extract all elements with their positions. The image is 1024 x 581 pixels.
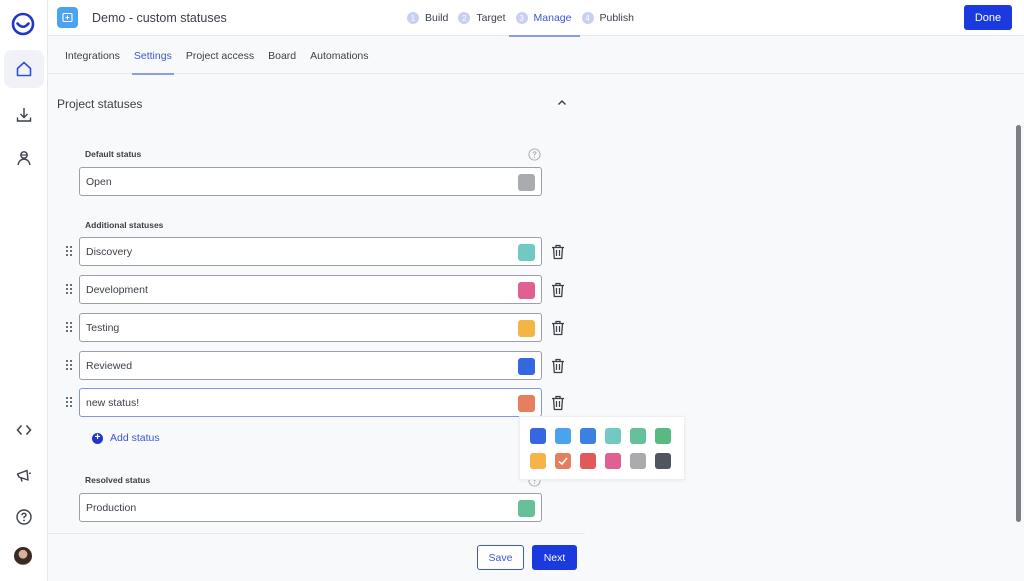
status-value: Discovery [86,246,133,258]
tab-automations[interactable]: Automations [303,37,375,74]
sidebar-item-announcements[interactable] [4,456,44,494]
step-label: Publish [599,12,634,24]
status-value: new status! [86,397,140,409]
color-swatch[interactable] [518,358,535,375]
step-label: Build [425,12,449,24]
code-icon [15,421,33,439]
trash-icon[interactable] [551,320,565,339]
additional-status-input[interactable]: Reviewed [79,351,542,380]
left-sidebar [0,0,48,581]
step-label: Target [476,12,506,24]
project-title: Demo - custom statuses [92,11,227,25]
drag-handle-icon[interactable] [66,360,73,371]
color-option[interactable] [605,428,621,444]
tab-project-access[interactable]: Project access [179,37,261,74]
project-icon [57,7,78,28]
color-swatch[interactable] [518,244,535,261]
step-build[interactable]: 1 Build [405,0,456,36]
tab-integrations[interactable]: Integrations [58,37,127,74]
color-option[interactable] [580,428,596,444]
resolved-status-input[interactable]: Production [79,493,542,522]
tab-board[interactable]: Board [261,37,303,74]
add-status-button[interactable]: + Add status [92,432,160,444]
drag-handle-icon[interactable] [66,397,73,408]
chevron-up-icon[interactable] [556,97,568,112]
sidebar-item-download[interactable] [4,96,44,134]
additional-status-input[interactable]: new status! [79,388,542,417]
color-option[interactable] [630,428,646,444]
home-icon [15,60,33,78]
step-number: 1 [407,12,419,24]
color-option[interactable] [580,453,596,469]
step-target[interactable]: 2 Target [456,0,513,36]
color-option[interactable] [555,428,571,444]
save-button[interactable]: Save [477,545,524,570]
help-circle-icon[interactable] [528,148,541,164]
resolved-status-label: Resolved status [85,475,151,485]
top-bar: Demo - custom statuses 1 Build 2 Target … [48,0,1024,37]
help-icon [15,508,33,526]
section-title: Project statuses [57,97,143,111]
add-status-label: Add status [110,432,160,444]
step-number: 3 [515,12,528,24]
step-number: 2 [458,12,471,24]
color-option[interactable] [530,428,546,444]
download-icon [15,106,33,124]
step-publish[interactable]: 4 Publish [580,0,642,36]
settings-tabs: Integrations Settings Project access Boa… [48,37,1024,75]
color-option[interactable] [655,428,671,444]
color-swatch[interactable] [518,500,535,517]
sidebar-item-help[interactable] [4,498,44,536]
user-icon [15,149,33,167]
next-button[interactable]: Next [532,545,577,570]
trash-icon[interactable] [551,395,565,414]
color-swatch[interactable] [518,320,535,337]
status-value: Development [86,284,148,296]
default-status-input[interactable]: Open [79,167,542,196]
color-option[interactable] [605,453,621,469]
status-value: Open [86,176,112,188]
trash-icon[interactable] [551,358,565,377]
color-picker-popover [519,416,685,480]
step-label: Manage [533,12,572,24]
avatar[interactable] [14,547,32,565]
drag-handle-icon[interactable] [66,284,73,295]
color-option[interactable] [630,453,646,469]
additional-status-input[interactable]: Testing [79,313,542,342]
additional-status-input[interactable]: Development [79,275,542,304]
additional-status-input[interactable]: Discovery [79,237,542,266]
footer-divider [48,533,585,534]
trash-icon[interactable] [551,282,565,301]
scrollbar[interactable] [1016,125,1021,522]
status-value: Testing [86,322,120,334]
sidebar-item-user[interactable] [4,139,44,177]
trash-icon[interactable] [551,244,565,263]
color-option[interactable] [655,453,671,469]
megaphone-icon [15,466,33,484]
step-number: 4 [581,12,594,24]
drag-handle-icon[interactable] [66,246,73,257]
check-icon [558,457,568,466]
default-status-label: Default status [85,149,142,159]
sidebar-item-home[interactable] [4,50,44,88]
wizard-steps: 1 Build 2 Target 3 Manage 4 Publish [405,0,642,37]
step-manage[interactable]: 3 Manage [508,0,580,37]
color-option[interactable] [530,453,546,469]
color-swatch[interactable] [518,282,535,299]
additional-statuses-label: Additional statuses [85,220,164,230]
tab-settings[interactable]: Settings [127,37,179,75]
color-swatch[interactable] [518,395,535,412]
color-swatch[interactable] [518,174,535,191]
logo-icon[interactable] [11,12,35,36]
status-value: Reviewed [86,360,133,372]
color-option[interactable] [555,453,571,469]
done-button[interactable]: Done [964,5,1012,30]
drag-handle-icon[interactable] [66,322,73,333]
sidebar-item-code[interactable] [4,411,44,449]
plus-circle-icon: + [92,432,103,444]
status-value: Production [86,502,137,514]
